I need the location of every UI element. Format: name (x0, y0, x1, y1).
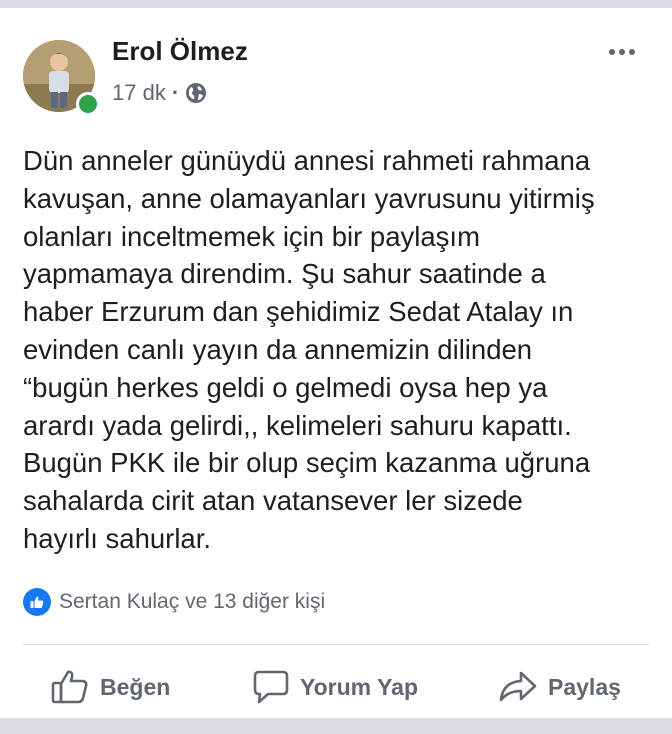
divider (23, 644, 649, 645)
like-button[interactable]: Beğen (50, 664, 170, 710)
post-text: Dün anneler günüydü annesi rahmeti rahma… (23, 145, 595, 554)
more-options-button[interactable] (602, 34, 642, 70)
globe-icon[interactable] (185, 82, 207, 104)
comment-icon (253, 670, 289, 704)
share-button[interactable]: Paylaş (498, 664, 621, 710)
post-card: Erol Ölmez 17 dk · Dün anneler günüydü a… (0, 8, 672, 718)
online-status-indicator (76, 92, 100, 116)
share-label: Paylaş (548, 673, 621, 700)
more-dot (619, 49, 625, 55)
reactions-text: Sertan Kulaç ve 13 diğer kişi (59, 590, 326, 613)
post-meta: 17 dk · (112, 80, 207, 106)
more-dot (609, 49, 615, 55)
like-reaction-icon (23, 588, 51, 616)
meta-separator: · (171, 80, 180, 105)
comment-label: Yorum Yap (300, 673, 419, 700)
comment-button[interactable]: Yorum Yap (252, 664, 418, 710)
more-dot (629, 49, 635, 55)
like-label: Beğen (100, 673, 171, 700)
thumbs-up-icon (51, 670, 88, 704)
author-name[interactable]: Erol Ölmez (112, 36, 248, 67)
post-time[interactable]: 17 dk (112, 80, 166, 106)
share-icon (499, 671, 537, 702)
reactions-summary[interactable]: Sertan Kulaç ve 13 diğer kişi (23, 588, 325, 616)
